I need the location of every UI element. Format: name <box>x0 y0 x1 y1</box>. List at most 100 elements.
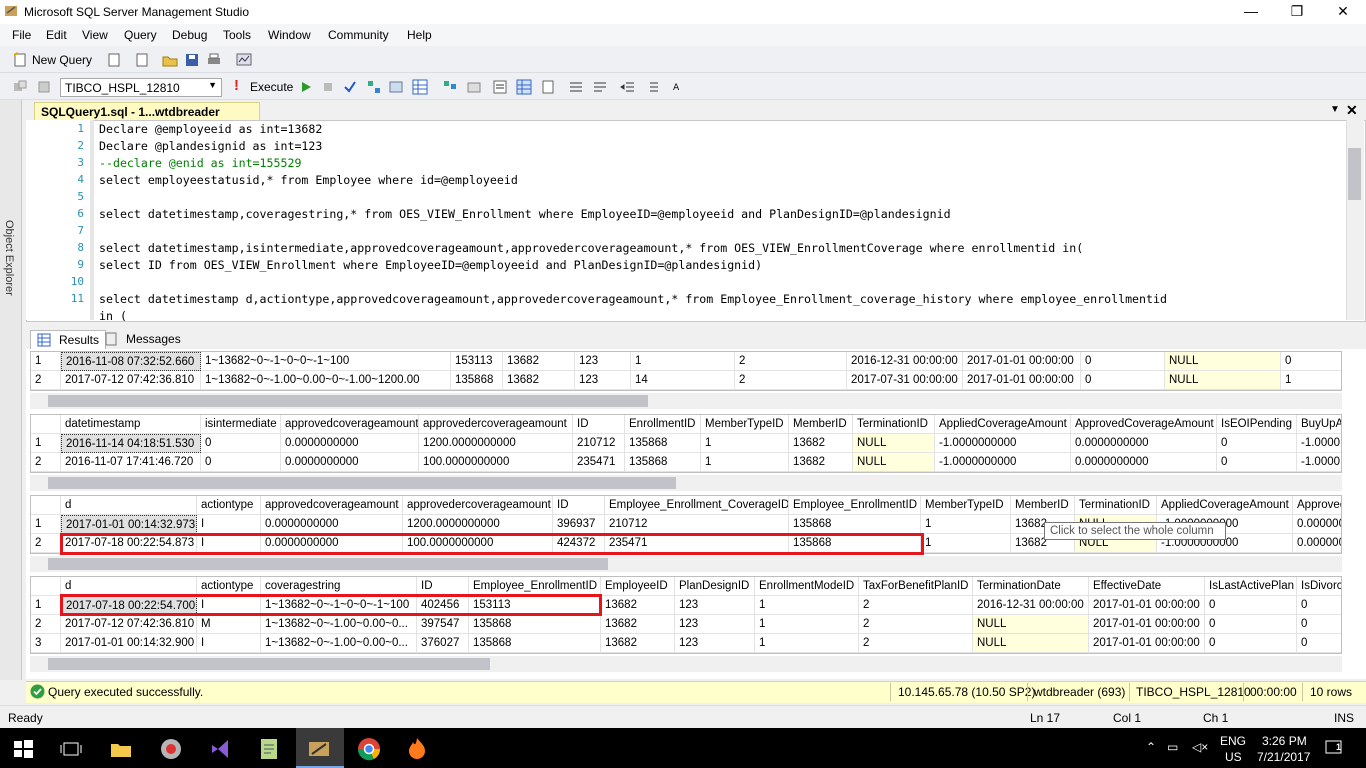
grid-cell[interactable]: 100.0000000000 <box>419 453 573 472</box>
grid-cell[interactable]: 0 <box>1081 352 1165 371</box>
column-header[interactable]: MemberID <box>1011 496 1075 515</box>
print-icon[interactable] <box>206 52 222 68</box>
grid-cell[interactable]: 0 <box>1205 615 1297 634</box>
column-header[interactable]: TerminationDate <box>973 577 1089 596</box>
column-header[interactable]: approvedercoverageamount <box>403 496 553 515</box>
grid-cell[interactable]: 2017-07-12 07:42:36.810 <box>61 615 197 634</box>
grid-cell[interactable]: 0.0000000000 <box>281 434 419 453</box>
column-header[interactable]: approvedcoverageamount <box>281 415 419 434</box>
grid-cell[interactable]: 0 <box>1205 634 1297 653</box>
grid-cell[interactable]: 135868 <box>625 453 701 472</box>
menu-file[interactable]: File <box>12 28 31 42</box>
grid-cell[interactable]: 0.0000000000 <box>1071 453 1217 472</box>
grid-cell[interactable]: 1~13682~0~-1~0~0~-1~100 <box>201 352 451 371</box>
column-header[interactable]: approvedercoverageamount <box>419 415 573 434</box>
grid-cell-null[interactable]: NULL <box>973 634 1089 653</box>
firefox-fire-icon[interactable] <box>404 736 430 762</box>
row-number[interactable]: 2 <box>31 371 61 390</box>
table-row[interactable]: 1 2016-11-14 04:18:51.530 0 0.0000000000… <box>31 434 1341 453</box>
grid-cell[interactable]: 396937 <box>553 515 605 534</box>
grid-cell[interactable]: 235471 <box>573 453 625 472</box>
network-icon[interactable]: ▭ <box>1167 740 1178 754</box>
change-connection-icon[interactable] <box>36 79 52 95</box>
column-header[interactable]: MemberTypeID <box>921 496 1011 515</box>
grid-1-horizontal-scrollbar[interactable] <box>30 393 1342 409</box>
database-select[interactable]: TIBCO_HSPL_12810 ▼ <box>60 78 222 97</box>
column-header[interactable]: TaxForBenefitPlanID <box>859 577 973 596</box>
editor-scroll-thumb[interactable] <box>1348 148 1361 200</box>
grid-cell[interactable]: 2017-01-01 00:14:32.973 <box>61 515 197 534</box>
analysis-query-icon[interactable] <box>134 52 150 68</box>
grid-cell[interactable]: I <box>197 634 261 653</box>
menu-query[interactable]: Query <box>124 28 157 42</box>
ssms-app-icon[interactable] <box>4 4 18 18</box>
sql-server-icon[interactable] <box>158 736 184 762</box>
row-number[interactable]: 3 <box>31 634 61 653</box>
grid-cell[interactable]: -1.0000000000 <box>935 434 1071 453</box>
grid-cell[interactable]: 0.000000 <box>1293 534 1341 553</box>
grid-cell[interactable]: 1~13682~0~-1.00~0.00~0... <box>261 615 417 634</box>
grid-cell[interactable]: 2 <box>735 371 847 390</box>
grid-cell[interactable]: 2017-01-01 00:00:00 <box>1089 596 1205 615</box>
tray-chevron-up-icon[interactable]: ⌃ <box>1146 740 1156 754</box>
language-indicator-primary[interactable]: ENG <box>1220 734 1246 748</box>
visual-studio-icon[interactable] <box>208 736 234 762</box>
grid-cell-null[interactable]: NULL <box>1165 352 1281 371</box>
uncomment-icon[interactable] <box>592 79 608 95</box>
row-number[interactable]: 1 <box>31 434 61 453</box>
grid-cell[interactable]: 135868 <box>469 634 601 653</box>
menu-edit[interactable]: Edit <box>46 28 67 42</box>
grid-cell[interactable]: 0 <box>1297 634 1341 653</box>
column-header[interactable]: AppliedCoverageAmount <box>935 415 1071 434</box>
column-header[interactable]: isintermediate <box>201 415 281 434</box>
grid-4-horizontal-scrollbar[interactable] <box>30 656 1342 672</box>
close-tab-icon[interactable]: ✕ <box>1346 102 1358 119</box>
grid-cell[interactable]: 123 <box>675 615 755 634</box>
grid-cell-null[interactable]: NULL <box>973 615 1089 634</box>
chrome-icon[interactable] <box>356 736 382 762</box>
column-header[interactable]: approvedcoverageamount <box>261 496 403 515</box>
grid-cell[interactable]: 13682 <box>503 352 575 371</box>
row-number[interactable]: 1 <box>31 515 61 534</box>
grid-cell[interactable]: 0 <box>1297 615 1341 634</box>
table-row[interactable]: 2 2017-07-12 07:42:36.810 1~13682~0~-1.0… <box>31 371 1341 390</box>
grid-cell[interactable]: 0 <box>1281 352 1341 371</box>
grid-cell[interactable]: -1.0000000000 <box>935 453 1071 472</box>
menu-debug[interactable]: Debug <box>172 28 207 42</box>
column-header[interactable]: IsDivorc <box>1297 577 1341 596</box>
row-number[interactable]: 2 <box>31 615 61 634</box>
menu-view[interactable]: View <box>82 28 108 42</box>
table-row[interactable]: 2 2016-11-07 17:41:46.720 0 0.0000000000… <box>31 453 1341 472</box>
code-line[interactable]: Declare @plandesignid as int=123 <box>99 139 322 153</box>
grid-cell[interactable]: 123 <box>675 596 755 615</box>
execute-button[interactable]: Execute <box>250 80 293 94</box>
grid-cell[interactable]: 135868 <box>451 371 503 390</box>
column-header[interactable]: Employee_EnrollmentID <box>789 496 921 515</box>
close-button[interactable]: ✕ <box>1320 0 1366 24</box>
code-line[interactable]: select datetimestamp d,actiontype,approv… <box>99 292 1167 306</box>
results-to-file-icon[interactable] <box>540 79 556 95</box>
grid-cell[interactable]: 1 <box>921 534 1011 553</box>
new-query-button[interactable]: New Query <box>32 53 92 67</box>
grid-cell[interactable]: 2016-11-08 07:32:52.660 <box>61 352 201 371</box>
column-header[interactable]: ID <box>573 415 625 434</box>
grid-cell[interactable]: 0 <box>201 453 281 472</box>
table-row[interactable]: 3 2017-01-01 00:14:32.900 I 1~13682~0~-1… <box>31 634 1341 653</box>
grid-cell[interactable]: 13682 <box>503 371 575 390</box>
grid-cell[interactable]: 0 <box>1297 596 1341 615</box>
grid-cell[interactable]: 0 <box>1205 596 1297 615</box>
grid-cell[interactable]: 2017-07-31 00:00:00 <box>847 371 963 390</box>
debug-play-icon[interactable] <box>298 79 314 95</box>
column-header[interactable]: EffectiveDate <box>1089 577 1205 596</box>
clock-date[interactable]: 7/21/2017 <box>1257 750 1310 764</box>
specify-template-values-icon[interactable]: A <box>672 79 688 95</box>
grid-cell[interactable]: 2016-11-14 04:18:51.530 <box>61 434 201 453</box>
grid-cell[interactable]: 123 <box>575 371 631 390</box>
query-design-icon[interactable] <box>388 79 404 95</box>
table-row[interactable]: 1 2016-11-08 07:32:52.660 1~13682~0~-1~0… <box>31 352 1341 371</box>
task-view-icon[interactable] <box>58 736 84 762</box>
grid-cell[interactable]: 13682 <box>789 453 853 472</box>
menu-help[interactable]: Help <box>407 28 432 42</box>
grid-cell[interactable]: 2 <box>735 352 847 371</box>
parse-checkmark-icon[interactable] <box>342 79 358 95</box>
